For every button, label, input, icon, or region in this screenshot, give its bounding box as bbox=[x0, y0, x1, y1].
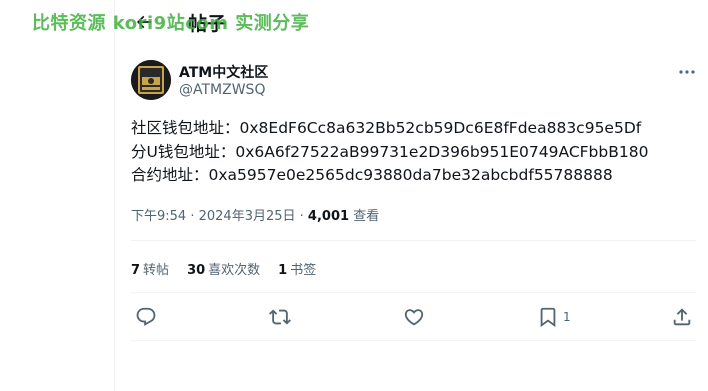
author-display-name[interactable]: ATM中文社区 bbox=[179, 62, 268, 82]
post-stats: 7 转帖 30 喜欢次数 1 书签 bbox=[131, 259, 334, 278]
meta-separator: · bbox=[190, 209, 199, 224]
post-actions: 1 bbox=[131, 305, 696, 331]
post-author: ATM中文社区 @ATMZWSQ bbox=[131, 60, 696, 102]
heart-icon bbox=[404, 309, 424, 326]
page: 比特资源 kori9站com 实测分享 帖子 ATM中文社区 @ATMZWSQ bbox=[0, 0, 708, 391]
stat-bookmarks[interactable]: 1 书签 bbox=[278, 259, 316, 278]
stat-reposts[interactable]: 7 转帖 bbox=[131, 259, 169, 278]
meta-separator: · bbox=[299, 209, 308, 224]
stat-bookmarks-count: 1 bbox=[278, 263, 288, 278]
column-divider bbox=[114, 0, 115, 391]
stat-bookmarks-label: 书签 bbox=[290, 263, 317, 278]
bookmark-icon bbox=[540, 307, 556, 328]
divider bbox=[131, 292, 696, 293]
divider bbox=[131, 240, 696, 241]
post-date[interactable]: 2024年3月25日 bbox=[199, 209, 296, 224]
stat-likes[interactable]: 30 喜欢次数 bbox=[187, 259, 260, 278]
watermark-text: 比特资源 kori9站com 实测分享 bbox=[32, 13, 310, 34]
reply-icon bbox=[136, 307, 156, 326]
avatar[interactable] bbox=[131, 60, 171, 100]
views-count: 4,001 bbox=[307, 209, 350, 224]
views-label: 查看 bbox=[353, 209, 380, 224]
bookmark-button[interactable]: 1 bbox=[537, 305, 571, 329]
repost-button[interactable] bbox=[269, 305, 291, 329]
post-line-distribution-wallet: 分U钱包地址：0x6A6f27522aB99731e2D396b951E0749… bbox=[131, 142, 649, 161]
stat-reposts-label: 转帖 bbox=[143, 263, 170, 278]
share-icon bbox=[673, 308, 691, 326]
share-button[interactable] bbox=[671, 305, 693, 329]
post-body: 社区钱包地址：0x8EdF6Cc8a632Bb52cb59Dc6E8fFdea8… bbox=[131, 117, 701, 188]
stat-likes-label: 喜欢次数 bbox=[208, 263, 261, 278]
divider bbox=[131, 340, 696, 341]
like-button[interactable] bbox=[403, 305, 425, 329]
stat-reposts-count: 7 bbox=[131, 263, 141, 278]
post-line-contract-address: 合约地址：0xa5957e0e2565dc93880da7be32abcbdf5… bbox=[131, 166, 613, 184]
post-time[interactable]: 下午9:54 bbox=[131, 209, 186, 224]
bookmark-count: 1 bbox=[563, 310, 571, 324]
more-options-icon[interactable] bbox=[678, 64, 696, 78]
stat-likes-count: 30 bbox=[187, 263, 206, 278]
reply-button[interactable] bbox=[135, 305, 157, 329]
post-line-community-wallet: 社区钱包地址：0x8EdF6Cc8a632Bb52cb59Dc6E8fFdea8… bbox=[131, 119, 642, 137]
repost-icon bbox=[269, 309, 291, 325]
post-meta: 下午9:54 · 2024年3月25日 · 4,001 查看 bbox=[131, 205, 379, 224]
author-handle[interactable]: @ATMZWSQ bbox=[179, 82, 265, 98]
